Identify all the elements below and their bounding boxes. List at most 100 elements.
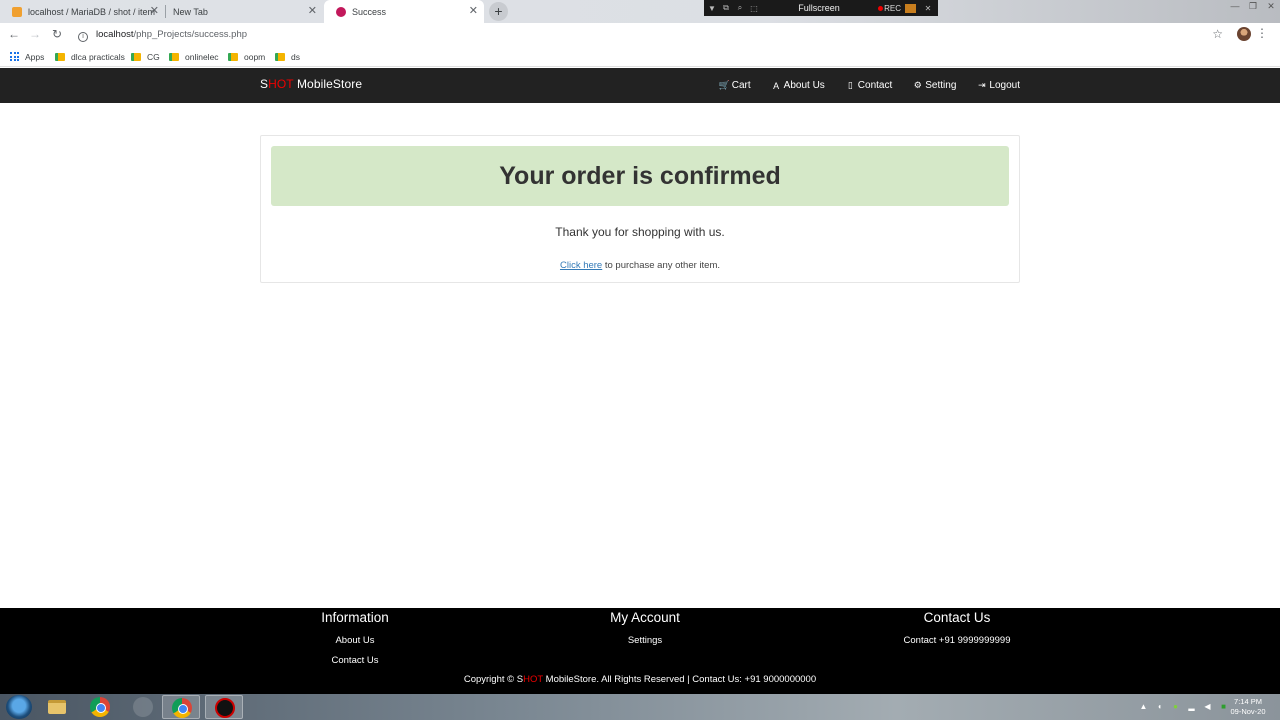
profile-avatar[interactable] <box>1237 27 1251 41</box>
dropdown-icon[interactable]: ▼ <box>706 4 718 13</box>
security-icon[interactable]: ● <box>1171 702 1180 711</box>
browser-toolbar: ← → ↻ i localhost/php_Projects/success.ph… <box>0 23 1280 46</box>
chrome-icon <box>172 698 192 718</box>
footer-column-information: Information About Us Contact Us <box>235 608 475 670</box>
site-favicon-icon <box>336 6 346 17</box>
taskbar-clock[interactable]: 7:14 PM 09-Nov-20 <box>1224 697 1272 717</box>
site-navbar: SHOT MobileStore 🛒 Cart A About Us ▯ Con… <box>0 68 1280 103</box>
footer-column-contact: Contact Us Contact +91 9999999999 <box>837 608 1077 650</box>
folder-icon <box>48 700 66 714</box>
network-signal-icon[interactable]: ▂ <box>1187 702 1196 711</box>
tab-title: Success <box>352 6 387 17</box>
recorder-icon <box>215 698 235 718</box>
restore-icon[interactable]: ❐ <box>1244 0 1262 14</box>
menu-kebab-icon[interactable]: ⋮ <box>1256 26 1268 40</box>
taskbar-media-app[interactable] <box>124 695 162 719</box>
windows-taskbar: ▲ ◖ ● ▂ ◀ ■ 7:14 PM 09-Nov-20 <box>0 694 1280 720</box>
footer-contact-link[interactable]: Contact Us <box>235 650 475 670</box>
tab-success[interactable]: Success ✕ <box>324 0 484 23</box>
speaker-app-icon[interactable]: ◖ <box>1155 702 1164 711</box>
order-success-panel: Your order is confirmed Thank you for sh… <box>260 135 1020 283</box>
tab-phpmyadmin[interactable]: localhost / MariaDB / shot / item ✕ <box>0 0 165 23</box>
tab-new-tab[interactable]: New Tab ✕ <box>166 0 323 23</box>
rec-indicator[interactable]: REC <box>878 4 901 13</box>
google-classroom-icon <box>131 52 141 61</box>
back-icon[interactable]: ← <box>7 27 21 41</box>
footer-settings-link[interactable]: Settings <box>525 630 765 650</box>
show-hidden-icons-icon[interactable]: ▲ <box>1139 702 1148 711</box>
clock-time: 7:14 PM <box>1234 697 1262 706</box>
bookmark-apps[interactable]: Apps <box>10 51 44 62</box>
site-info-icon[interactable]: i <box>78 32 88 42</box>
recorder-mode-label: Fullscreen <box>798 3 840 13</box>
system-tray: ▲ ◖ ● ▂ ◀ ■ <box>1139 702 1228 711</box>
click-here-link[interactable]: Click here <box>560 260 602 271</box>
footer-about-link[interactable]: About Us <box>235 630 475 650</box>
cart-icon: 🛒 <box>718 80 730 90</box>
tab-title: New Tab <box>173 6 208 17</box>
nav-links: 🛒 Cart A About Us ▯ Contact ⚙ Setting ⇥ … <box>699 68 1020 103</box>
font-icon: A <box>773 80 780 91</box>
camera-icon[interactable] <box>905 3 916 13</box>
nav-logout-link[interactable]: ⇥ Logout <box>976 80 1020 91</box>
nav-about-link[interactable]: A About Us <box>771 80 825 91</box>
bookmark-ds[interactable]: ds <box>275 51 300 62</box>
brand-logo[interactable]: SHOT MobileStore <box>260 77 362 91</box>
forward-icon[interactable]: → <box>28 27 42 41</box>
clock-date: 09-Nov-20 <box>1230 707 1266 716</box>
nav-setting-link[interactable]: ⚙ Setting <box>912 80 957 91</box>
url-host: localhost <box>96 29 134 40</box>
google-classroom-icon <box>55 52 65 61</box>
nav-cart-link[interactable]: 🛒 Cart <box>719 80 751 91</box>
close-icon[interactable]: ✕ <box>308 5 317 17</box>
phpmyadmin-favicon-icon <box>12 6 22 17</box>
google-classroom-icon <box>275 52 285 61</box>
minimize-icon[interactable]: — <box>1226 0 1244 14</box>
footer-heading: Information <box>321 610 389 625</box>
footer-heading: Contact Us <box>923 610 991 625</box>
taskbar-explorer[interactable] <box>38 695 76 719</box>
bookmark-dlca-practicals[interactable]: dlca practicals <box>55 51 125 62</box>
phone-icon: ▯ <box>847 80 853 90</box>
purchase-more-text: Click here to purchase any other item. <box>559 260 720 271</box>
start-button[interactable] <box>6 695 32 719</box>
address-bar[interactable]: i localhost/php_Projects/success.php <box>73 26 1233 43</box>
footer-contact-number: Contact +91 9999999999 <box>903 635 1011 646</box>
order-confirmed-heading: Your order is confirmed <box>271 146 1009 206</box>
region-icon[interactable]: ⬚ <box>748 4 760 13</box>
zoom-icon[interactable]: ⌕ <box>734 3 746 13</box>
close-icon[interactable]: ✕ <box>150 5 159 17</box>
logout-icon: ⇥ <box>978 80 986 90</box>
taskbar-chrome-pinned[interactable] <box>81 695 119 719</box>
screen-recorder-bar: ▼ ⧉ ⌕ ⬚ Fullscreen REC ✕ <box>704 0 938 16</box>
new-tab-button[interactable]: + <box>489 2 508 21</box>
gear-icon: ⚙ <box>913 80 922 90</box>
apps-grid-icon <box>10 52 19 61</box>
nav-contact-link[interactable]: ▯ Contact <box>845 80 892 91</box>
footer-heading: My Account <box>610 610 680 625</box>
taskbar-recorder[interactable] <box>205 695 243 719</box>
browser-tab-strip: localhost / MariaDB / shot / item ✕ New … <box>0 0 1280 23</box>
copyright-text: Copyright © SHOT MobileStore. All Rights… <box>463 674 817 685</box>
site-footer: Information About Us Contact Us My Accou… <box>0 608 1280 694</box>
thanks-message: Thank you for shopping with us. <box>555 225 725 239</box>
google-classroom-icon <box>228 52 238 61</box>
bookmark-onlinelec[interactable]: onlinelec <box>169 51 219 62</box>
bookmark-star-icon[interactable]: ☆ <box>1212 27 1223 41</box>
bookmark-cg[interactable]: CG <box>131 51 160 62</box>
window-controls: — ❐ ✕ <box>1226 0 1280 14</box>
record-dot-icon <box>878 5 884 11</box>
pin-icon[interactable]: ⧉ <box>720 3 732 13</box>
reload-icon[interactable]: ↻ <box>50 27 64 41</box>
taskbar-chrome-active[interactable] <box>162 695 200 719</box>
chrome-icon <box>90 697 110 717</box>
footer-column-my-account: My Account Settings <box>525 608 765 650</box>
close-icon[interactable]: ✕ <box>922 4 934 13</box>
volume-icon[interactable]: ◀ <box>1203 702 1212 711</box>
close-icon[interactable]: ✕ <box>1262 0 1280 14</box>
url-path: /php_Projects/success.php <box>133 29 248 40</box>
tab-title: localhost / MariaDB / shot / item <box>28 6 156 17</box>
close-icon[interactable]: ✕ <box>469 5 478 17</box>
bookmark-oopm[interactable]: oopm <box>228 51 265 62</box>
bookmarks-bar: Apps dlca practicals CG onlinelec oopm d… <box>0 46 1280 67</box>
